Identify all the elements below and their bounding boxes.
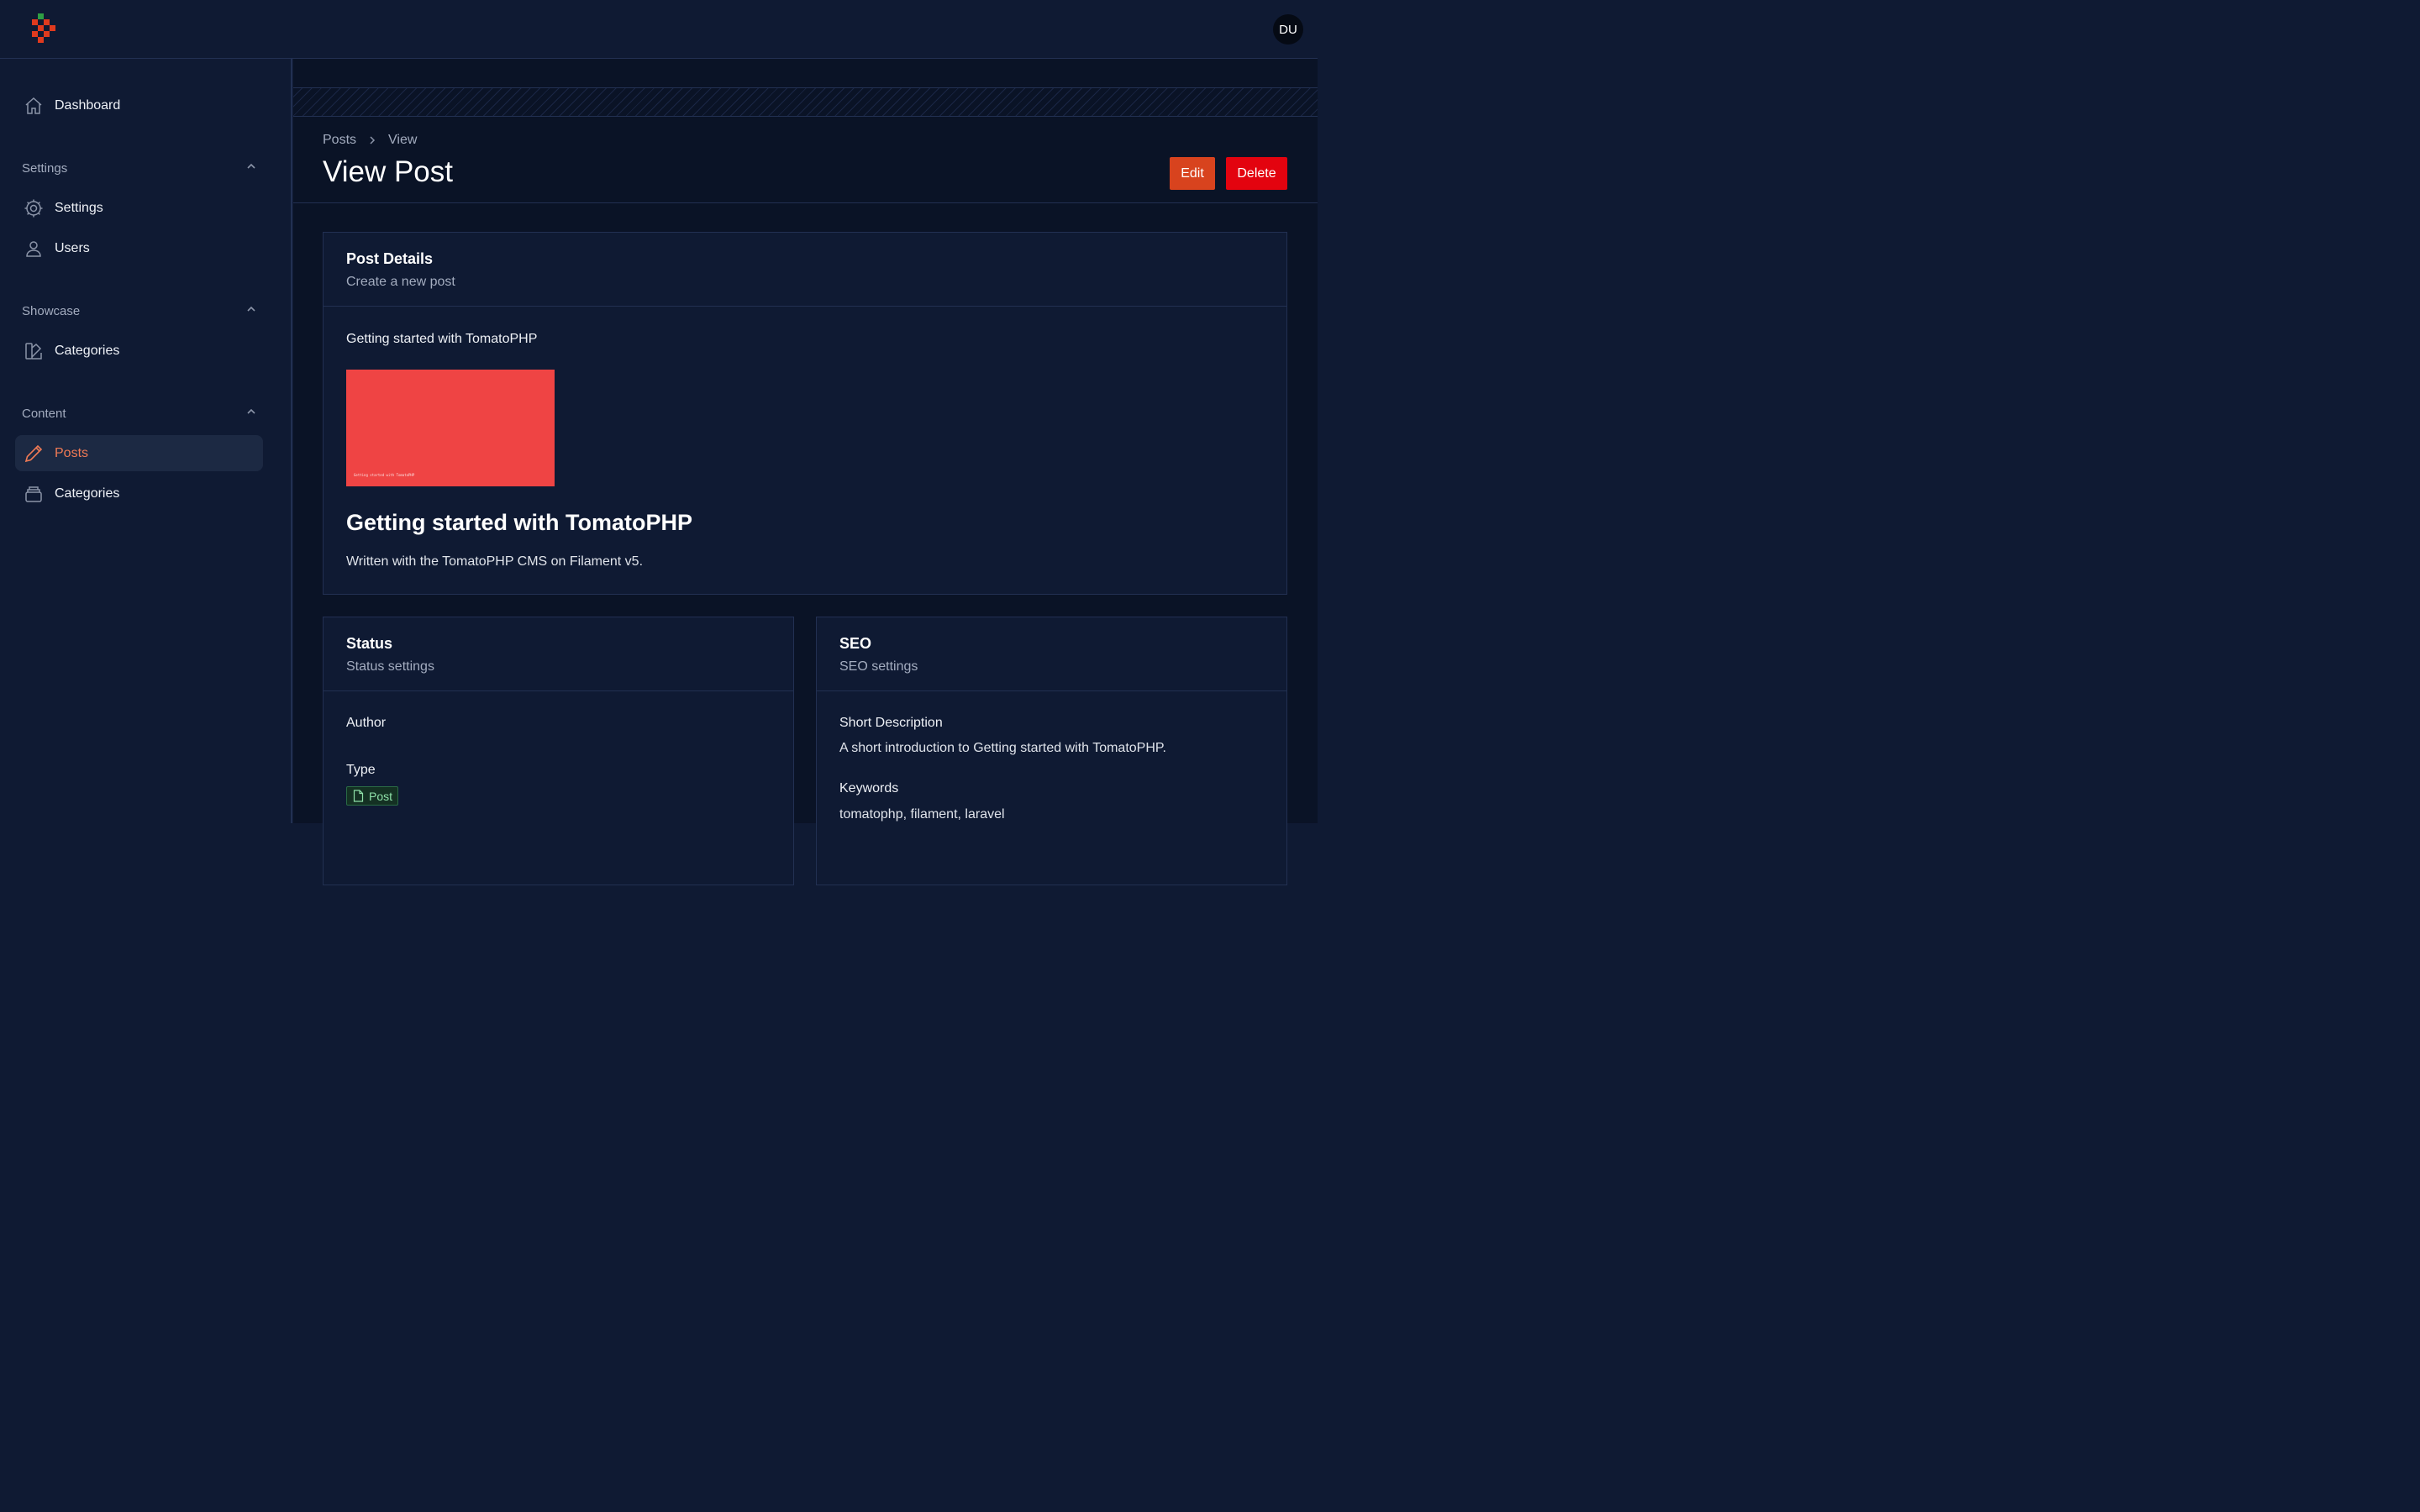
sidebar-item-label: Categories xyxy=(54,486,120,501)
card-header: Status Status settings xyxy=(323,617,793,691)
post-details-card: Post Details Create a new post Getting s… xyxy=(322,231,1287,595)
sidebar-item-posts[interactable]: Posts xyxy=(14,434,263,471)
edit-button[interactable]: Edit xyxy=(1169,156,1215,190)
image-caption: Getting started with TomatoPHP xyxy=(353,472,415,477)
card-subtitle: Status settings xyxy=(345,659,434,674)
sidebar-group-showcase[interactable]: Showcase xyxy=(22,301,257,321)
page-header: Posts View View Post Edit Delete xyxy=(292,117,1318,203)
chevron-up-icon xyxy=(245,405,257,421)
keywords-label: Keywords xyxy=(839,780,899,795)
post-heading: Getting started with TomatoPHP xyxy=(345,509,693,535)
sidebar-group-settings[interactable]: Settings xyxy=(22,158,257,178)
pencil-icon xyxy=(24,443,44,463)
sidebar-group-label: Content xyxy=(21,406,66,421)
delete-button[interactable]: Delete xyxy=(1225,156,1287,190)
chevron-right-icon xyxy=(368,135,376,145)
sidebar: Dashboard Settings Settings Users Showca… xyxy=(0,58,292,823)
sidebar-item-showcase-categories[interactable]: Categories xyxy=(15,333,263,369)
sidebar-item-label: Users xyxy=(54,240,90,255)
sidebar-item-label: Posts xyxy=(54,445,89,460)
breadcrumb: Posts View xyxy=(323,133,417,148)
gear-icon xyxy=(24,197,44,218)
type-badge: Post xyxy=(345,785,399,806)
main-content: Posts View View Post Edit Delete Post De… xyxy=(292,58,1318,885)
sidebar-item-label: Categories xyxy=(54,343,120,358)
sidebar-item-content-categories[interactable]: Categories xyxy=(15,475,263,512)
post-title-value: Getting started with TomatoPHP xyxy=(345,331,538,346)
type-badge-label: Post xyxy=(368,789,393,803)
chevron-up-icon xyxy=(245,302,257,318)
breadcrumb-link-posts[interactable]: Posts xyxy=(323,133,356,148)
stack-icon xyxy=(24,483,44,503)
chevron-up-icon xyxy=(245,160,257,176)
card-subtitle: Create a new post xyxy=(345,274,455,289)
sidebar-item-label: Dashboard xyxy=(54,97,121,113)
user-icon xyxy=(24,238,44,258)
sidebar-item-dashboard[interactable]: Dashboard xyxy=(15,87,263,123)
home-icon xyxy=(24,95,44,115)
sidebar-group-content[interactable]: Content xyxy=(22,403,257,423)
sidebar-item-users[interactable]: Users xyxy=(15,230,263,266)
keywords-value: tomatophp, filament, laravel xyxy=(839,806,1005,822)
sidebar-item-label: Settings xyxy=(54,200,103,215)
hatched-divider xyxy=(292,87,1318,117)
swatch-icon xyxy=(24,340,44,360)
short-description-value: A short introduction to Getting started … xyxy=(839,740,1166,755)
card-title: Status xyxy=(345,634,393,652)
sidebar-item-settings[interactable]: Settings xyxy=(15,190,263,226)
author-label: Author xyxy=(345,715,387,730)
top-bar: DU xyxy=(0,0,1318,59)
user-avatar[interactable]: DU xyxy=(1272,13,1303,45)
top-strip xyxy=(292,59,1318,88)
sidebar-group-label: Settings xyxy=(21,160,68,176)
post-body: Written with the TomatoPHP CMS on Filame… xyxy=(345,554,644,569)
card-header: SEO SEO settings xyxy=(816,617,1286,691)
card-subtitle: SEO settings xyxy=(839,659,918,674)
breadcrumb-current: View xyxy=(388,132,418,147)
type-label: Type xyxy=(345,762,376,777)
tomato-logo-icon[interactable] xyxy=(30,13,57,45)
post-cover-image: Getting started with TomatoPHP xyxy=(345,369,555,486)
card-title: SEO xyxy=(839,634,872,652)
status-card: Status Status settings Author Type Post xyxy=(322,616,794,885)
document-icon xyxy=(353,790,364,802)
sidebar-group-label: Showcase xyxy=(21,303,81,318)
short-description-label: Short Description xyxy=(839,715,943,730)
card-title: Post Details xyxy=(345,249,434,267)
page-title: View Post xyxy=(322,155,453,188)
seo-card: SEO SEO settings Short Description A sho… xyxy=(815,616,1287,885)
card-header: Post Details Create a new post xyxy=(323,233,1286,307)
